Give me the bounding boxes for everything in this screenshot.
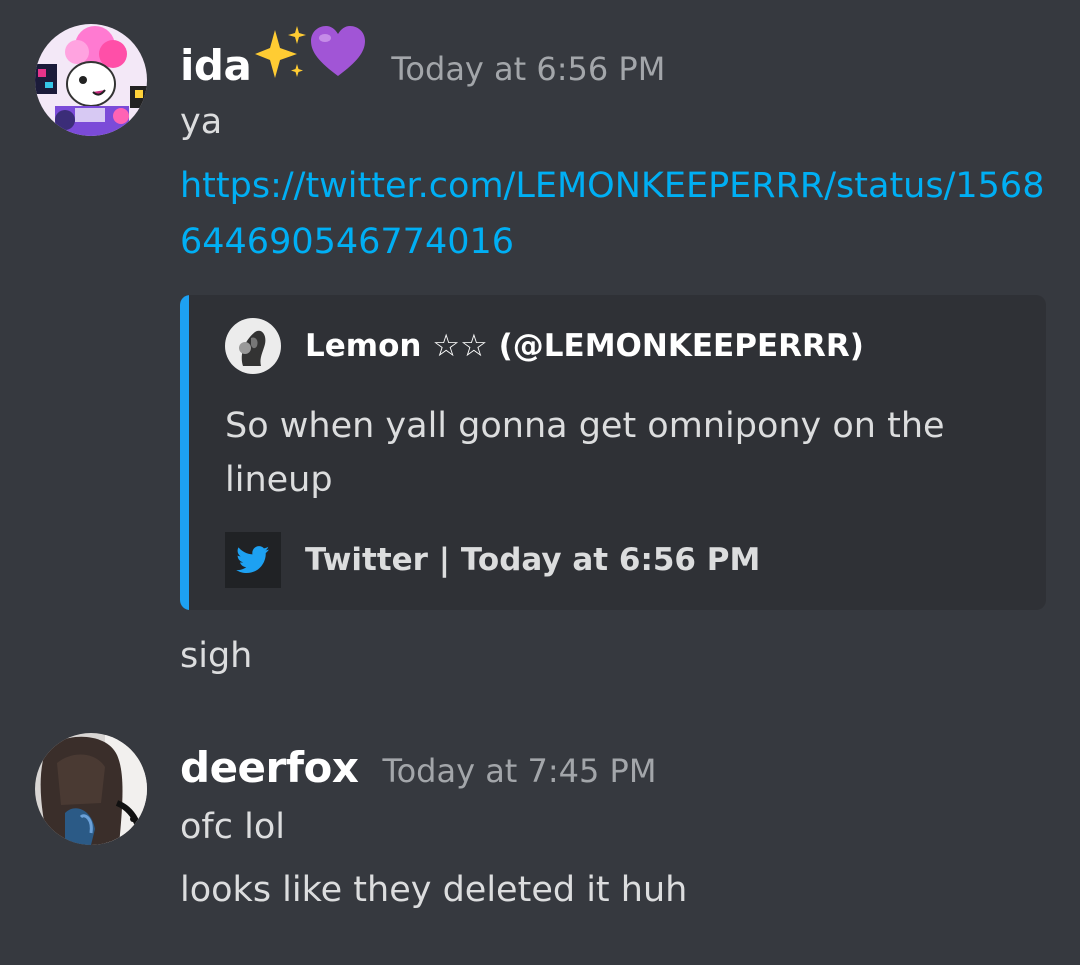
message-text-sigh: sigh xyxy=(180,636,253,676)
message-header-deerfox: deerfox Today at 7:45 PM xyxy=(180,743,656,792)
avatar-ida-image xyxy=(35,24,147,136)
embed-author-avatar xyxy=(225,318,281,374)
timestamp-ida: Today at 6:56 PM xyxy=(391,50,666,88)
username-deerfox[interactable]: deerfox xyxy=(180,743,359,792)
message-text-ya: ya xyxy=(180,102,223,142)
timestamp-deerfox: Today at 7:45 PM xyxy=(382,752,657,790)
sparkles-emoji-icon xyxy=(253,24,309,84)
tweet-link[interactable]: https://twitter.com/LEMONKEEPERRR/status… xyxy=(180,158,1060,270)
avatar-ida[interactable] xyxy=(35,24,147,136)
twitter-bird-icon xyxy=(225,532,281,588)
embed-footer: Twitter | Today at 6:56 PM xyxy=(225,532,760,588)
message-header-ida: ida Today at 6:56 PM xyxy=(180,24,665,90)
avatar-deerfox-image xyxy=(35,733,147,845)
message-text-ofc-lol: ofc lol xyxy=(180,807,285,847)
username-ida[interactable]: ida xyxy=(180,41,252,90)
avatar-deerfox[interactable] xyxy=(35,733,147,845)
twitter-embed[interactable]: Lemon ☆☆ (@LEMONKEEPERRR) So when yall g… xyxy=(180,295,1046,610)
message-text-deleted: looks like they deleted it huh xyxy=(180,870,688,910)
embed-author[interactable]: Lemon ☆☆ (@LEMONKEEPERRR) xyxy=(225,318,864,374)
embed-accent-bar xyxy=(180,295,189,610)
embed-author-name[interactable]: Lemon ☆☆ (@LEMONKEEPERRR) xyxy=(305,328,864,364)
embed-footer-text: Twitter | Today at 6:56 PM xyxy=(305,542,761,578)
purple-heart-emoji-icon xyxy=(309,24,367,84)
embed-description: So when yall gonna get omnipony on the l… xyxy=(225,406,945,500)
